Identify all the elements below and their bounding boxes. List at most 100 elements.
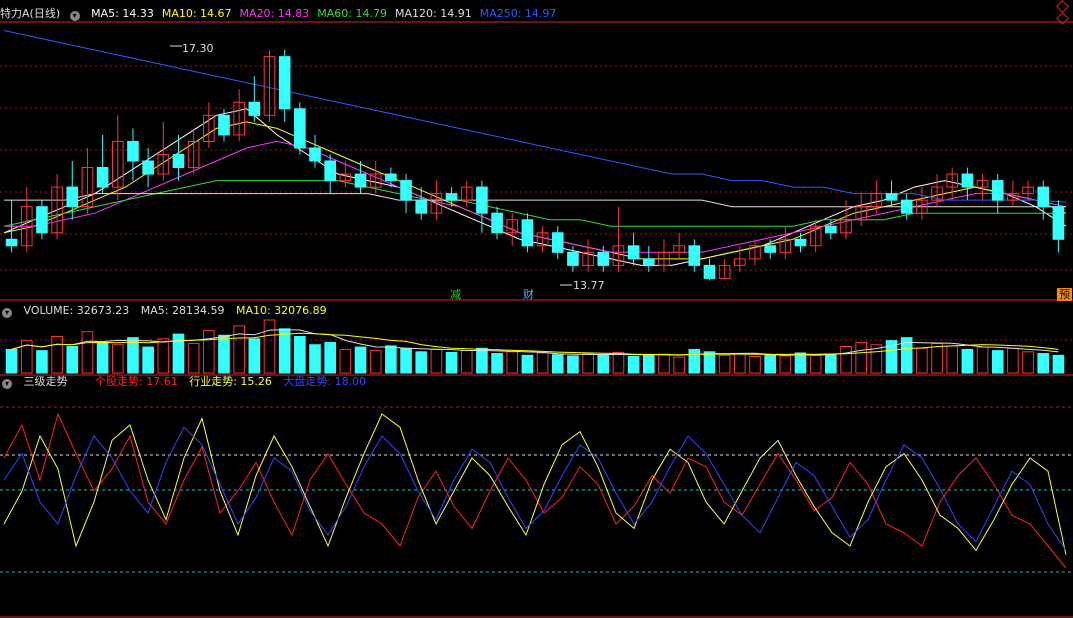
- candle-body: [991, 180, 1004, 201]
- candle-body: [278, 56, 291, 110]
- volume-bar: [506, 351, 519, 374]
- volume-bar: [400, 347, 412, 374]
- candle-body: [825, 225, 837, 234]
- candle-body: [521, 219, 534, 247]
- volume-bar: [536, 352, 549, 374]
- volume-bar: [688, 348, 701, 374]
- volume-bar: [809, 354, 822, 374]
- candle-body: [142, 160, 154, 175]
- volume-bar: [597, 354, 610, 374]
- volume-bar: [946, 345, 959, 374]
- volume-bar: [36, 350, 48, 374]
- volume-bar: [794, 352, 807, 374]
- settings-circle-icon[interactable]: ▾: [2, 379, 12, 389]
- candle-body: [703, 264, 716, 279]
- trend-stock: 个股走势: 17.61: [95, 375, 178, 388]
- badge-reduce[interactable]: 减: [448, 288, 463, 301]
- candle-body: [66, 186, 79, 208]
- volume-bar: [582, 353, 594, 374]
- volume-bar: [734, 353, 746, 374]
- volume-bar: [961, 348, 974, 374]
- candle-body: [309, 147, 321, 162]
- volume-bar: [430, 348, 443, 374]
- volume-bar: [673, 356, 685, 374]
- volume-bar: [339, 348, 352, 374]
- volume-bar: [51, 335, 63, 374]
- candle-body: [415, 199, 428, 214]
- candle-body: [476, 186, 488, 214]
- volume-bar: [718, 354, 731, 374]
- candle-body: [627, 245, 640, 260]
- volume-bar: [233, 325, 245, 374]
- volume-bar: [931, 343, 943, 374]
- volume-value: VOLUME: 32673.23: [23, 304, 130, 317]
- candle-body: [961, 173, 974, 188]
- candle-body: [688, 245, 701, 266]
- volume-bar: [1007, 347, 1019, 374]
- candle-body: [172, 153, 185, 169]
- trend-line-0: [3, 412, 1067, 569]
- volume-bar: [385, 345, 397, 374]
- low-price-label: 13.77: [573, 279, 605, 292]
- volume-bar: [551, 354, 564, 374]
- candle-body: [642, 258, 655, 266]
- volume-bar: [779, 355, 792, 374]
- volume-bar: [81, 331, 94, 374]
- volume-bar: [294, 335, 306, 374]
- badge-finance[interactable]: 财: [521, 288, 536, 301]
- volume-bar: [263, 319, 276, 374]
- candle-body: [885, 193, 898, 201]
- volume-bar: [1052, 354, 1065, 374]
- volume-bar: [749, 356, 761, 374]
- volume-bar: [658, 353, 670, 374]
- volume-bar: [324, 341, 336, 374]
- volume-bar: [127, 337, 139, 374]
- volume-bar: [218, 334, 230, 374]
- volume-bar: [248, 338, 261, 374]
- volume-bar: [203, 330, 215, 374]
- candle-body: [597, 251, 610, 266]
- candle-body: [96, 167, 109, 188]
- volume-bar: [976, 346, 989, 374]
- candle-body: [324, 160, 336, 182]
- volume-bar: [855, 341, 867, 374]
- volume-ma5: MA5: 28134.59: [140, 304, 225, 317]
- volume-bar: [991, 350, 1004, 374]
- candle-body: [764, 245, 776, 253]
- volume-bar: [567, 355, 579, 374]
- candle-body: [354, 173, 367, 188]
- volume-bar: [642, 354, 655, 374]
- trend-line-2: [3, 426, 1067, 551]
- candle-body: [445, 193, 458, 201]
- volume-bar: [1022, 351, 1034, 374]
- volume-bar: [491, 353, 503, 374]
- candle-body: [385, 173, 397, 182]
- volume-bar: [627, 356, 640, 374]
- volume-bar: [278, 328, 291, 374]
- volume-bar: [840, 346, 852, 374]
- volume-bar: [5, 348, 18, 374]
- volume-bar: [612, 351, 625, 374]
- trend-line-1: [3, 413, 1067, 555]
- trend-market: 大盘走势: 18.00: [283, 375, 367, 388]
- settings-circle-icon[interactable]: ▾: [2, 308, 12, 318]
- candle-body: [127, 140, 139, 162]
- badge-forecast[interactable]: 预: [1057, 288, 1072, 301]
- volume-ma10: MA10: 32076.89: [235, 304, 327, 317]
- trend-industry: 行业走势: 15.26: [189, 375, 272, 388]
- volume-bar: [764, 354, 776, 374]
- volume-bar: [415, 351, 428, 374]
- volume-bar: [369, 350, 382, 374]
- candle-body: [794, 238, 807, 247]
- volume-bar: [916, 347, 928, 374]
- high-price-label: 17.30: [182, 42, 214, 55]
- volume-bar: [66, 346, 79, 374]
- volume-bar: [96, 341, 109, 374]
- candle-body: [567, 251, 579, 266]
- candle-body: [1037, 186, 1050, 208]
- volume-bar: [703, 351, 716, 374]
- trend-legend: ▾ 三级走势 个股走势: 17.61 行业走势: 15.26 大盘走势: 18.…: [0, 374, 374, 390]
- candle-body: [551, 232, 564, 253]
- trend-title: 三级走势: [23, 375, 68, 388]
- candle-body: [294, 108, 306, 149]
